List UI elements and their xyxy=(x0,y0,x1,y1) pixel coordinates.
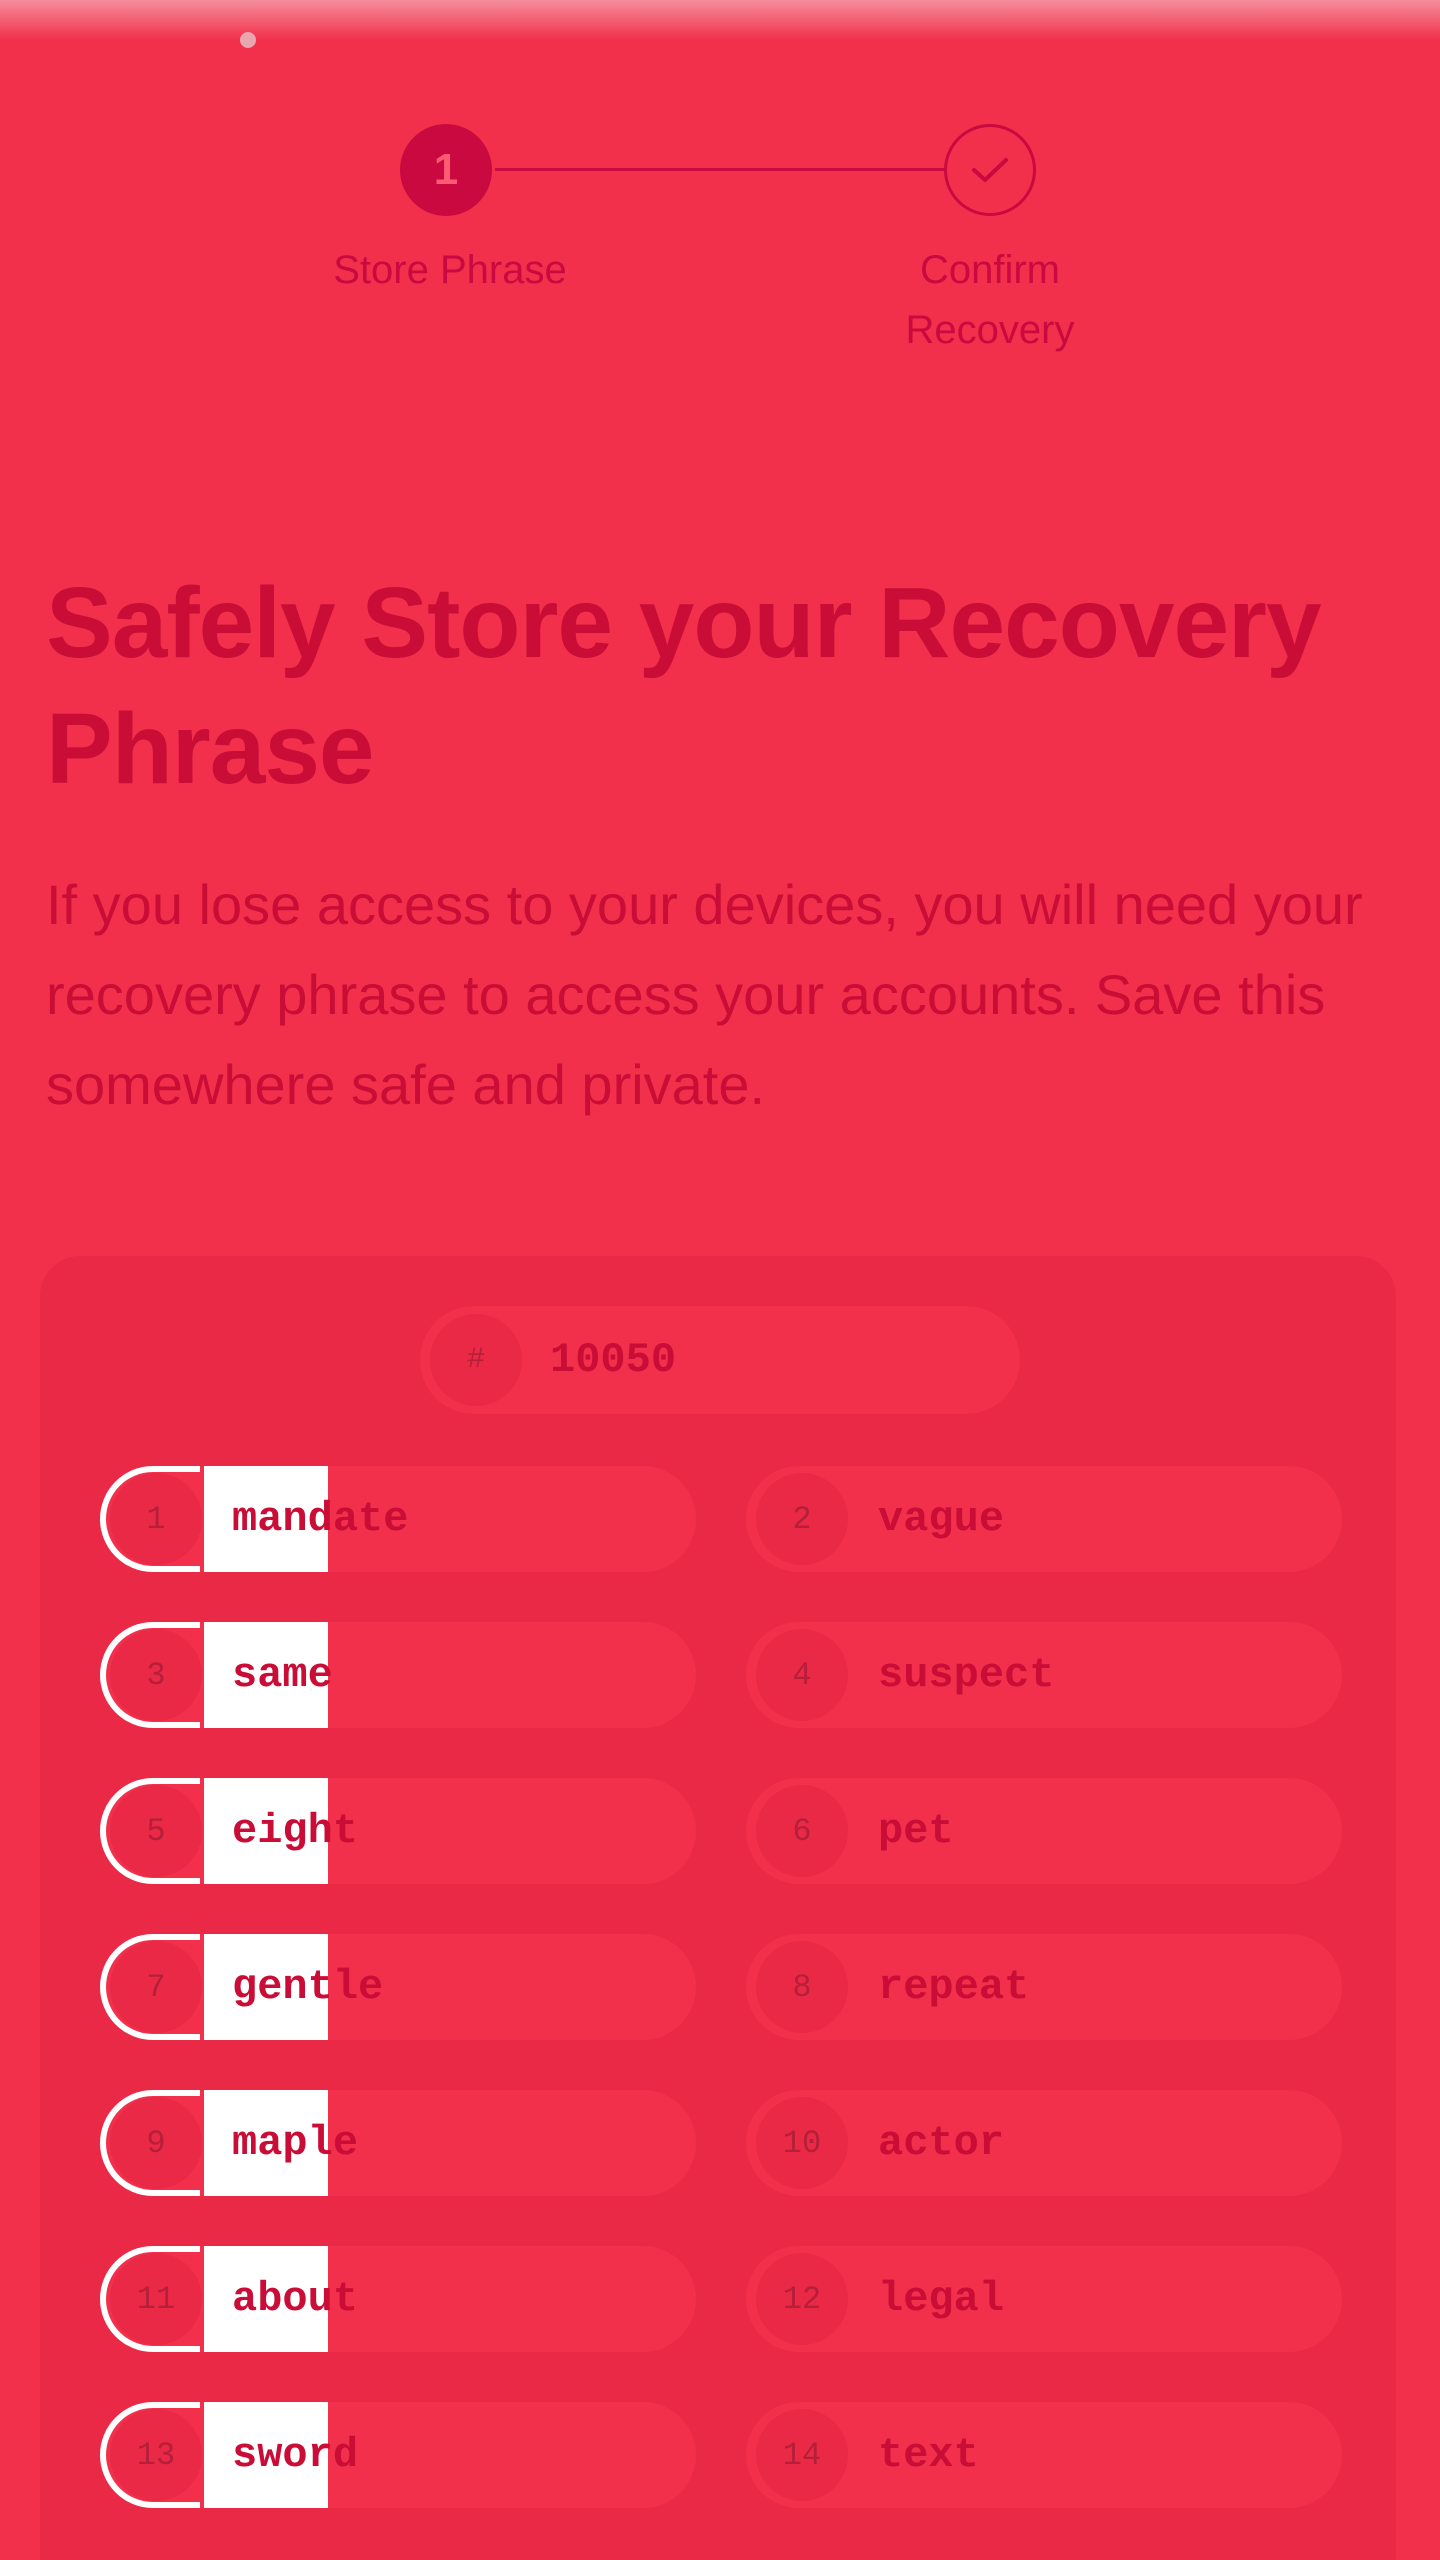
word-number: 3 xyxy=(110,1629,202,1721)
word-number: 14 xyxy=(756,2409,848,2501)
word-number: 4 xyxy=(756,1629,848,1721)
status-bar xyxy=(0,0,1440,40)
word-number: 1 xyxy=(110,1473,202,1565)
recovery-word-item: 10 actor xyxy=(746,2090,1342,2196)
recovery-word-item: 12 legal xyxy=(746,2246,1342,2352)
recovery-phrase-screen: 1 Store Phrase Confirm Recovery Safely S… xyxy=(0,0,1440,2560)
word-number: 6 xyxy=(756,1785,848,1877)
word-number: 13 xyxy=(110,2409,202,2501)
recovery-word-item: 14 text xyxy=(746,2402,1342,2508)
recovery-word-item: 5 eight xyxy=(100,1778,696,1884)
word-text: legal xyxy=(878,2275,1005,2323)
word-text: maple xyxy=(232,2119,359,2167)
recovery-word-item: 2 vague xyxy=(746,1466,1342,1572)
recovery-word-item: 7 gentle xyxy=(100,1934,696,2040)
page-description: If you lose access to your devices, you … xyxy=(46,873,1363,1116)
word-text: about xyxy=(232,2275,359,2323)
status-indicator-icon xyxy=(240,32,256,48)
word-text: sword xyxy=(232,2431,359,2479)
step-1-number: 1 xyxy=(433,145,459,194)
word-text: actor xyxy=(878,2119,1005,2167)
step-1-label: Store Phrase xyxy=(333,248,567,292)
phrase-index-value: 10050 xyxy=(550,1336,677,1384)
word-text: suspect xyxy=(878,1651,1055,1699)
word-number: 11 xyxy=(110,2253,202,2345)
step-2-label: Confirm Recovery xyxy=(905,248,1075,352)
recovery-word-item: 6 pet xyxy=(746,1778,1342,1884)
word-number: 8 xyxy=(756,1941,848,2033)
word-number: 12 xyxy=(756,2253,848,2345)
recovery-word-item: 11 about xyxy=(100,2246,696,2352)
recovery-word-item: 9 maple xyxy=(100,2090,696,2196)
recovery-word-item: 13 sword xyxy=(100,2402,696,2508)
step-2-indicator xyxy=(944,124,1036,216)
word-text: pet xyxy=(878,1807,954,1855)
word-text: mandate xyxy=(232,1495,409,1543)
word-number: 7 xyxy=(110,1941,202,2033)
word-number: 5 xyxy=(110,1785,202,1877)
step-1-indicator: 1 xyxy=(400,124,492,216)
stepper-connector xyxy=(495,168,945,171)
recovery-phrase-card xyxy=(40,1256,1396,2560)
word-number: 2 xyxy=(756,1473,848,1565)
word-number: 9 xyxy=(110,2097,202,2189)
recovery-word-item: 3 same xyxy=(100,1622,696,1728)
word-text: eight xyxy=(232,1807,359,1855)
check-icon xyxy=(972,158,1008,182)
word-text: gentle xyxy=(232,1963,384,2011)
word-text: repeat xyxy=(878,1963,1030,2011)
recovery-word-item: 8 repeat xyxy=(746,1934,1342,2040)
word-text: same xyxy=(232,1651,333,1699)
hash-icon: # xyxy=(430,1314,522,1406)
word-number: 10 xyxy=(756,2097,848,2189)
phrase-index-field: # 10050 xyxy=(420,1306,1020,1414)
page-title: Safely Store your Recovery Phrase xyxy=(46,567,1322,805)
recovery-word-item: 4 suspect xyxy=(746,1622,1342,1728)
word-text: text xyxy=(878,2431,979,2479)
recovery-word-item: 1 mandate xyxy=(100,1466,696,1572)
word-text: vague xyxy=(878,1495,1005,1543)
